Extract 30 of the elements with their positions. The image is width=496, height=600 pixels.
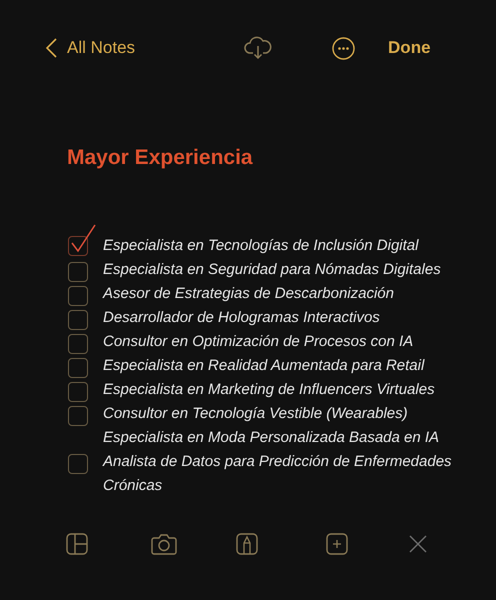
checklist-item-text: Analista de Datos para Predicción de Enfermedades Crónicas xyxy=(103,452,453,496)
table-icon[interactable] xyxy=(66,533,88,555)
checklist-item-text: Desarrollador de Hologramas Interactivos xyxy=(103,308,381,328)
done-button[interactable]: Done xyxy=(388,38,431,58)
close-icon[interactable] xyxy=(409,535,427,553)
checklist-item-text: Especialista en Seguridad para Nómadas Digitales xyxy=(103,260,442,280)
checkbox[interactable] xyxy=(68,332,88,352)
checklist-item-text: Especialista en Tecnologías de Inclusión Digital xyxy=(103,236,420,256)
camera-icon[interactable] xyxy=(151,533,177,555)
add-icon[interactable] xyxy=(326,533,348,555)
checkbox[interactable] xyxy=(68,380,88,400)
checkbox[interactable] xyxy=(68,452,88,472)
checkbox[interactable] xyxy=(68,260,88,280)
pencil-icon[interactable] xyxy=(236,533,258,555)
chevron-left-icon xyxy=(46,38,57,58)
checkbox[interactable] xyxy=(68,308,88,328)
checklist-item-text: Especialista en Realidad Aumentada para Retail xyxy=(103,356,426,376)
checklist-item-text: Especialista en Moda Personalizada Basada en IA xyxy=(103,428,440,448)
checklist-item-text: Especialista en Marketing de Influencers Virtuales xyxy=(103,380,436,400)
more-icon[interactable] xyxy=(332,36,356,60)
checkbox[interactable] xyxy=(68,356,88,376)
cloud-download-icon[interactable] xyxy=(244,36,272,60)
checked-checkbox[interactable] xyxy=(68,224,97,256)
checklist-item-text: Consultor en Tecnología Vestible (Wearables) xyxy=(103,404,409,424)
checklist-item-text: Asesor de Estrategias de Descarbonización xyxy=(103,284,395,304)
checkbox[interactable] xyxy=(68,284,88,304)
checkbox[interactable] xyxy=(68,404,88,424)
back-button[interactable]: All Notes xyxy=(46,38,136,58)
checklist-item-text: Consultor en Optimización de Procesos con IA xyxy=(103,332,414,352)
note-title: Mayor Experiencia xyxy=(67,146,254,170)
